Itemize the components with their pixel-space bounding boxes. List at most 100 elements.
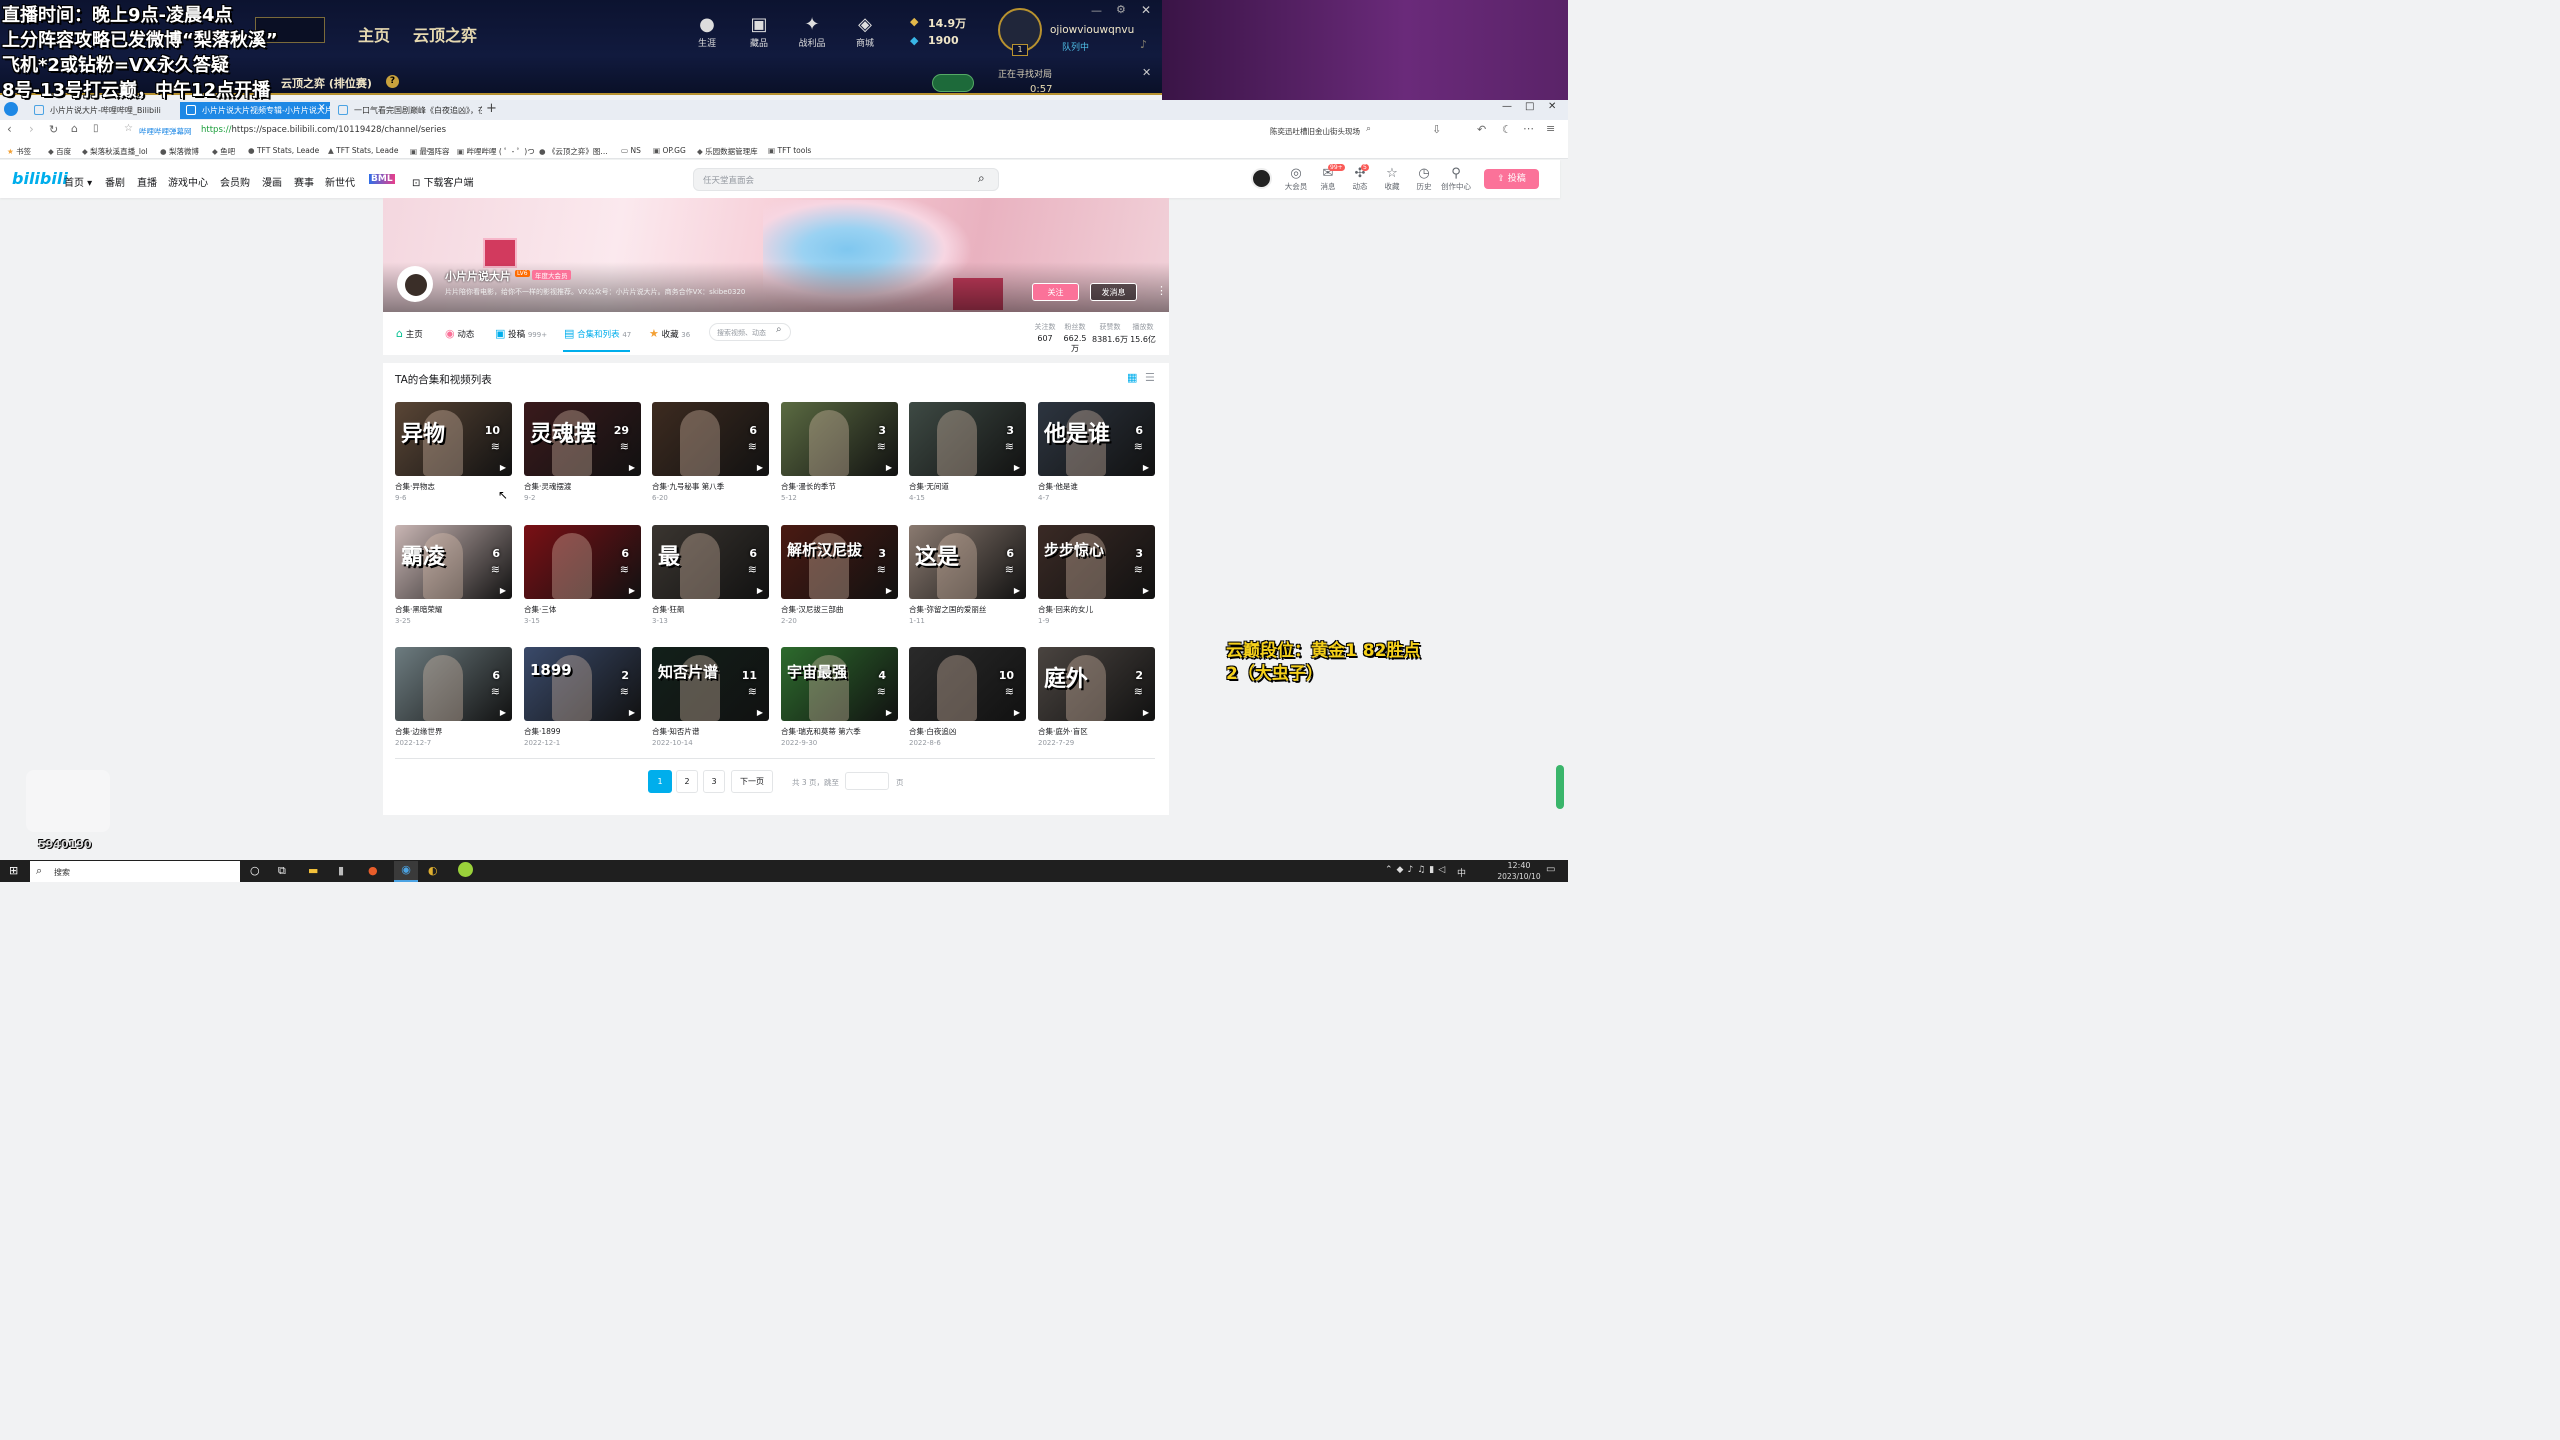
bookmark-7[interactable]: ▣ 最强阵容 xyxy=(410,146,449,157)
bookmark-3[interactable]: ● 梨落微博 xyxy=(160,146,199,157)
app-icon-3[interactable]: ◐ xyxy=(428,864,438,877)
collection-title[interactable]: 合集·边缘世界 xyxy=(395,726,442,737)
bilibili-logo[interactable]: bilibili xyxy=(12,169,68,188)
collection-title[interactable]: 合集·知否片谱 xyxy=(652,726,699,737)
collection-thumbnail[interactable]: 庭外 2 ≋ ▶ xyxy=(1038,647,1155,721)
nav-anime[interactable]: 番剧 xyxy=(105,174,125,189)
minimize-icon[interactable]: — xyxy=(1091,4,1102,17)
grid-view-icon[interactable]: ▦ xyxy=(1127,371,1137,384)
collection-card[interactable]: 灵魂摆 29 ≋ ▶ 合集·灵魂摆渡 9-2 xyxy=(524,402,641,502)
new-tab-icon[interactable]: + xyxy=(486,101,497,116)
nav-live[interactable]: 直播 xyxy=(137,174,157,189)
header-history[interactable]: ◷ 历史 xyxy=(1409,167,1439,192)
win-close-icon[interactable]: ✕ xyxy=(1548,101,1556,112)
collection-card[interactable]: 知否片谱 11 ≋ ▶ 合集·知否片谱 2022-10-14 xyxy=(652,647,769,747)
collection-card[interactable]: 这是 6 ≋ ▶ 合集·弥留之国的爱丽丝 1-11 xyxy=(909,525,1026,625)
follow-button[interactable]: 关注 xyxy=(1032,283,1079,301)
collection-thumbnail[interactable]: 1899 2 ≋ ▶ xyxy=(524,647,641,721)
nav-bml[interactable]: BML xyxy=(369,174,395,184)
collection-title[interactable]: 合集·狂飙 xyxy=(652,604,684,615)
collection-card[interactable]: 最 6 ≋ ▶ 合集·狂飙 3-13 xyxy=(652,525,769,625)
header-dynamic[interactable]: ✣ 动态 xyxy=(1345,167,1375,192)
app-icon-1[interactable]: ▮ xyxy=(338,864,344,877)
bookmark-2[interactable]: ◆ 梨落秋溪直播_lol xyxy=(82,146,148,157)
collection-thumbnail[interactable]: 这是 6 ≋ ▶ xyxy=(909,525,1026,599)
game-nav-tft[interactable]: 云顶之弈 xyxy=(413,22,477,46)
message-button[interactable]: 发消息 xyxy=(1090,283,1137,301)
task-view-icon[interactable]: ⧉ xyxy=(278,864,286,878)
page-2-button[interactable]: 2 xyxy=(676,770,698,793)
stat-following-value[interactable]: 607 xyxy=(1030,334,1060,343)
nav-esports[interactable]: 赛事 xyxy=(294,174,314,189)
bookmark-11[interactable]: ▣ OP.GG xyxy=(653,146,686,155)
win-maximize-icon[interactable]: □ xyxy=(1525,101,1534,112)
collection-title[interactable]: 合集·异物志 xyxy=(395,481,435,492)
collection-title[interactable]: 合集·瑞克和莫蒂 第六季 xyxy=(781,726,861,737)
cortana-icon[interactable]: ○ xyxy=(250,864,260,877)
collection-title[interactable]: 合集·1899 xyxy=(524,726,560,737)
collection-title[interactable]: 合集·白夜追凶 xyxy=(909,726,956,737)
collection-card[interactable]: 庭外 2 ≋ ▶ 合集·庭外·盲区 2022-7-29 xyxy=(1038,647,1155,747)
collection-title[interactable]: 合集·他是谁 xyxy=(1038,481,1078,492)
browser-taskbar-icon[interactable]: ◉ xyxy=(394,861,418,882)
collection-title[interactable]: 合集·汉尼拔三部曲 xyxy=(781,604,843,615)
collection-card[interactable]: 霸凌 6 ≋ ▶ 合集·黑暗荣耀 3-25 xyxy=(395,525,512,625)
collection-title[interactable]: 合集·漫长的季节 xyxy=(781,481,836,492)
collection-card[interactable]: 6 ≋ ▶ 合集·边缘世界 2022-12-7 xyxy=(395,647,512,747)
collection-thumbnail[interactable]: 6 ≋ ▶ xyxy=(395,647,512,721)
space-tab-home[interactable]: ⌂ 主页 xyxy=(396,327,423,340)
notification-icon[interactable]: ▭ xyxy=(1546,864,1555,875)
nav-download-client[interactable]: ⊡ 下载客户端 xyxy=(412,174,474,189)
side-scrollbar[interactable] xyxy=(1556,765,1564,809)
file-explorer-icon[interactable]: ▬ xyxy=(308,864,318,877)
bili-search-icon[interactable]: ⌕ xyxy=(978,171,985,186)
collection-card[interactable]: 解析汉尼拔 3 ≋ ▶ 合集·汉尼拔三部曲 2-20 xyxy=(781,525,898,625)
cancel-search-icon[interactable]: ✕ xyxy=(1142,66,1151,79)
space-tab-series[interactable]: ▤ 合集和列表 47 xyxy=(564,327,631,340)
collection-card[interactable]: 6 ≋ ▶ 合集·三体 3-15 xyxy=(524,525,641,625)
collection-title[interactable]: 合集·庭外·盲区 xyxy=(1038,726,1088,737)
page-3-button[interactable]: 3 xyxy=(703,770,725,793)
collection-thumbnail[interactable]: 解析汉尼拔 3 ≋ ▶ xyxy=(781,525,898,599)
back-icon[interactable]: ‹ xyxy=(7,122,12,136)
more-options-icon[interactable]: ⋮ xyxy=(1156,284,1167,297)
close-icon[interactable]: ✕ xyxy=(1141,3,1151,17)
collection-card[interactable]: 步步惊心 3 ≋ ▶ 合集·回来的女儿 1-9 xyxy=(1038,525,1155,625)
tab-close-icon[interactable]: ✕ xyxy=(318,103,326,113)
collection-thumbnail[interactable]: 3 ≋ ▶ xyxy=(909,402,1026,476)
win-minimize-icon[interactable]: — xyxy=(1502,101,1512,112)
collection-card[interactable]: 1899 2 ≋ ▶ 合集·1899 2022-12-1 xyxy=(524,647,641,747)
collection-thumbnail[interactable]: 他是谁 6 ≋ ▶ xyxy=(1038,402,1155,476)
collection-thumbnail[interactable]: 步步惊心 3 ≋ ▶ xyxy=(1038,525,1155,599)
collection-title[interactable]: 合集·九号秘事 第八季 xyxy=(652,481,724,492)
nav-mall[interactable]: 会员购 xyxy=(220,174,250,189)
bookmark-6[interactable]: ▲ TFT Stats, Leade xyxy=(328,146,398,155)
collection-thumbnail[interactable]: 霸凌 6 ≋ ▶ xyxy=(395,525,512,599)
game-collection-button[interactable]: ▣ 藏品 xyxy=(737,14,781,49)
search-hint[interactable]: 陈奕迅吐槽旧金山街头现场 xyxy=(1270,126,1360,137)
collection-card[interactable]: 6 ≋ ▶ 合集·九号秘事 第八季 6-20 xyxy=(652,402,769,502)
download-icon[interactable]: ⇩ xyxy=(1432,123,1441,136)
reader-icon[interactable]: ▯ xyxy=(93,123,99,134)
search-icon[interactable]: ⌕ xyxy=(1366,124,1371,134)
home-icon[interactable]: ⌂ xyxy=(71,122,78,135)
bookmark-12[interactable]: ◆ 乐园数据管理库 xyxy=(697,146,758,157)
profile-avatar[interactable] xyxy=(397,266,433,302)
next-page-button[interactable]: 下一页 xyxy=(731,770,773,793)
tab-series-active[interactable]: 小片片说大片视频专辑-小片片说大片 xyxy=(180,102,330,119)
help-icon[interactable]: ? xyxy=(386,75,399,88)
space-tab-favorites[interactable]: ★ 收藏 36 xyxy=(649,327,690,340)
menu-icon[interactable]: ≡ xyxy=(1546,122,1555,135)
collection-title[interactable]: 合集·黑暗荣耀 xyxy=(395,604,442,615)
collection-title[interactable]: 合集·回来的女儿 xyxy=(1038,604,1093,615)
space-tab-videos[interactable]: ▣ 投稿 999+ xyxy=(495,327,547,340)
tab-video[interactable]: 一口气看完国剧巅峰《白夜追凶》，在... xyxy=(332,102,482,119)
notification-bell-icon[interactable]: ♪ xyxy=(1140,38,1147,51)
collection-thumbnail[interactable]: 10 ≋ ▶ xyxy=(909,647,1026,721)
page-1-button[interactable]: 1 xyxy=(648,770,672,793)
collection-thumbnail[interactable]: 6 ≋ ▶ xyxy=(524,525,641,599)
moon-icon[interactable]: ☾ xyxy=(1502,123,1512,136)
bookmark-8[interactable]: ▣ 哔哩哔哩 ( ゜- ゜)つ xyxy=(457,146,535,157)
page-jump-input[interactable] xyxy=(845,772,889,790)
nav-new-generation[interactable]: 新世代 xyxy=(325,174,355,189)
